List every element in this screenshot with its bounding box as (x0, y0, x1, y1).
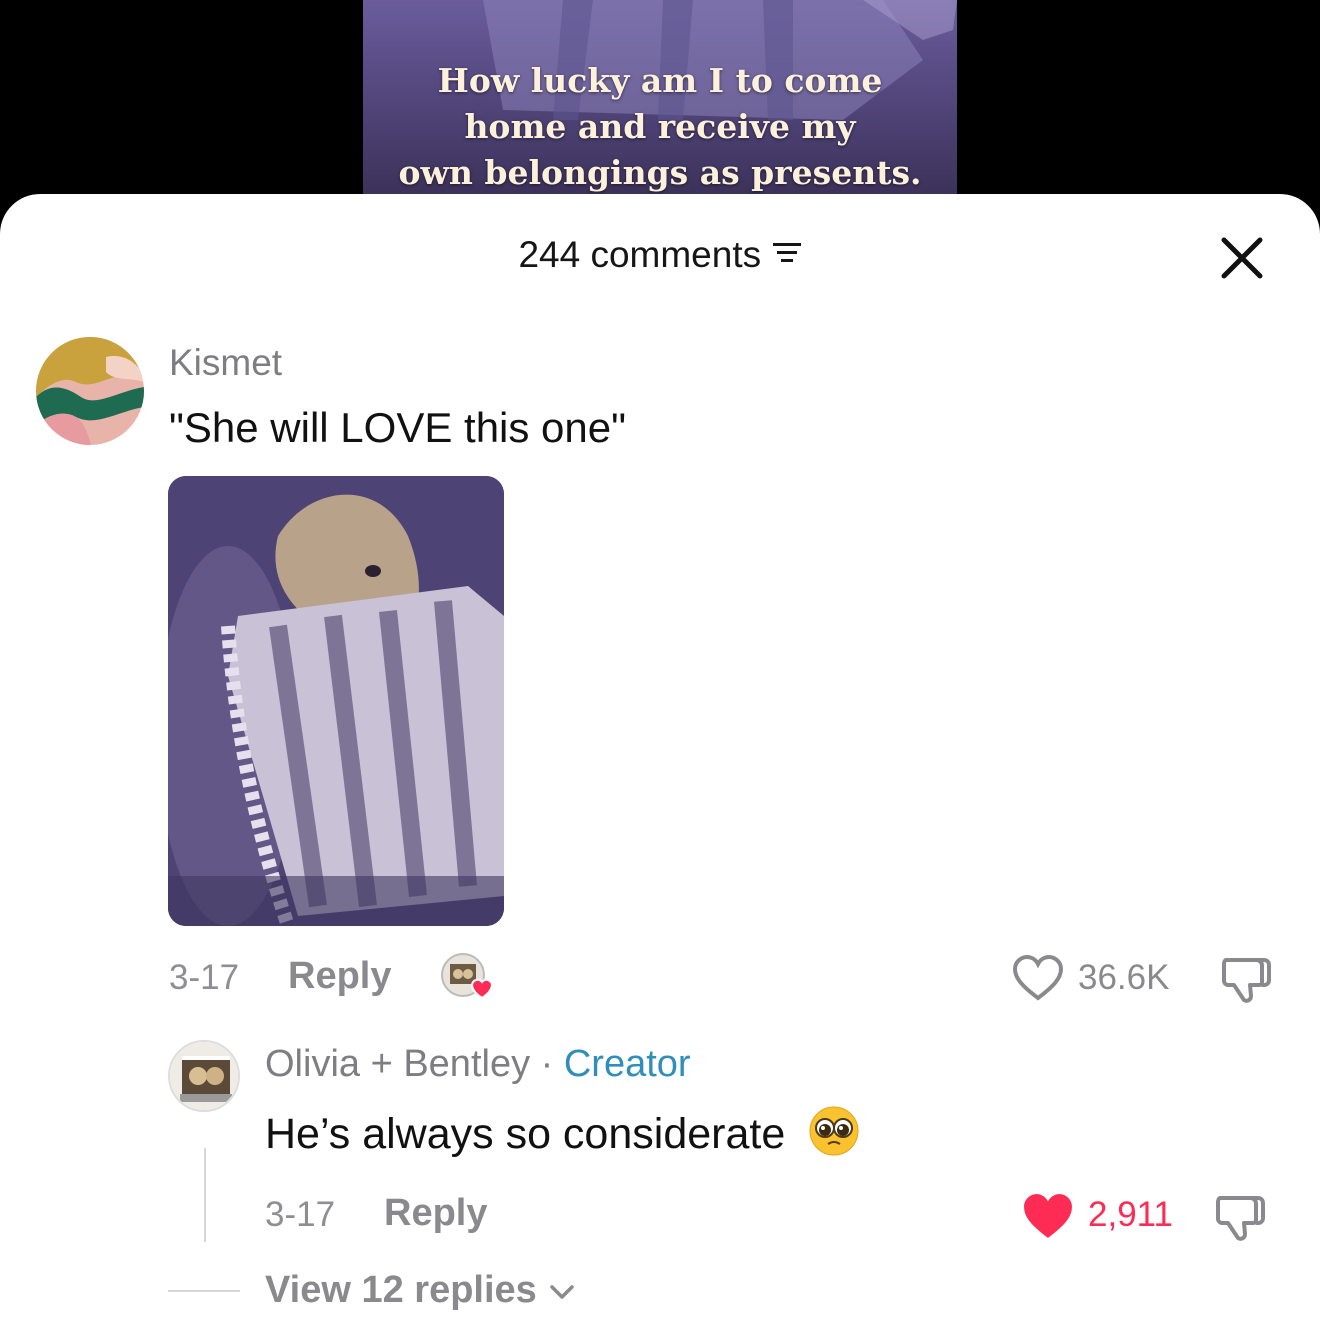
thread-line (204, 1148, 206, 1242)
comment-text: "She will LOVE this one" (169, 404, 627, 451)
creator-liked-icon (441, 953, 493, 1000)
sheet-header: 244 comments (0, 234, 1320, 276)
like-count: 2,911 (1088, 1195, 1173, 1234)
reply-date: 3-17 (265, 1195, 336, 1234)
view-replies-line (168, 1290, 240, 1292)
like-count: 36.6K (1078, 958, 1170, 997)
avatar[interactable] (36, 337, 144, 445)
heart-filled-icon (1024, 1194, 1072, 1238)
comment-username[interactable]: Kismet (169, 342, 282, 384)
comment-image[interactable] (168, 476, 504, 926)
chevron-down-icon (547, 1270, 577, 1313)
dislike-button[interactable] (1214, 1190, 1268, 1249)
reply-username[interactable]: Olivia + Bentley (265, 1043, 530, 1085)
close-button[interactable] (1216, 232, 1268, 284)
separator-dot: · (530, 1043, 564, 1085)
pleading-face-emoji (807, 1104, 861, 1169)
dog-pillow-photo (168, 476, 504, 926)
view-replies-button[interactable]: View 12 replies (265, 1269, 577, 1313)
comment-count: 244 comments (518, 234, 762, 275)
creator-badge: Creator (563, 1043, 691, 1085)
creator-liked-badge (440, 952, 496, 1002)
pleading-face-icon (809, 1106, 859, 1156)
thumbs-down-icon (1222, 958, 1271, 1003)
thumbs-down-icon (1216, 1196, 1265, 1241)
video-caption: How lucky am I to come home and receive … (398, 61, 922, 192)
reply-button[interactable]: Reply (288, 955, 391, 998)
reply-text-row: He’s always so considerate (265, 1104, 861, 1169)
reply-button[interactable]: Reply (384, 1192, 487, 1235)
close-icon (1221, 237, 1263, 279)
like-button[interactable] (1012, 954, 1064, 1007)
dislike-button[interactable] (1220, 952, 1274, 1011)
reply-author: Olivia + Bentley · Creator (265, 1043, 691, 1086)
view-replies-label: View 12 replies (265, 1269, 537, 1311)
reply-text: He’s always so considerate (265, 1109, 786, 1158)
filter-icon[interactable] (772, 240, 802, 271)
heart-outline-icon (1012, 954, 1064, 1001)
video-player[interactable]: How lucky am I to come home and receive … (363, 0, 957, 200)
avatar[interactable] (168, 1040, 240, 1112)
like-button-active[interactable] (1020, 1191, 1076, 1246)
comment-date: 3-17 (169, 958, 240, 997)
